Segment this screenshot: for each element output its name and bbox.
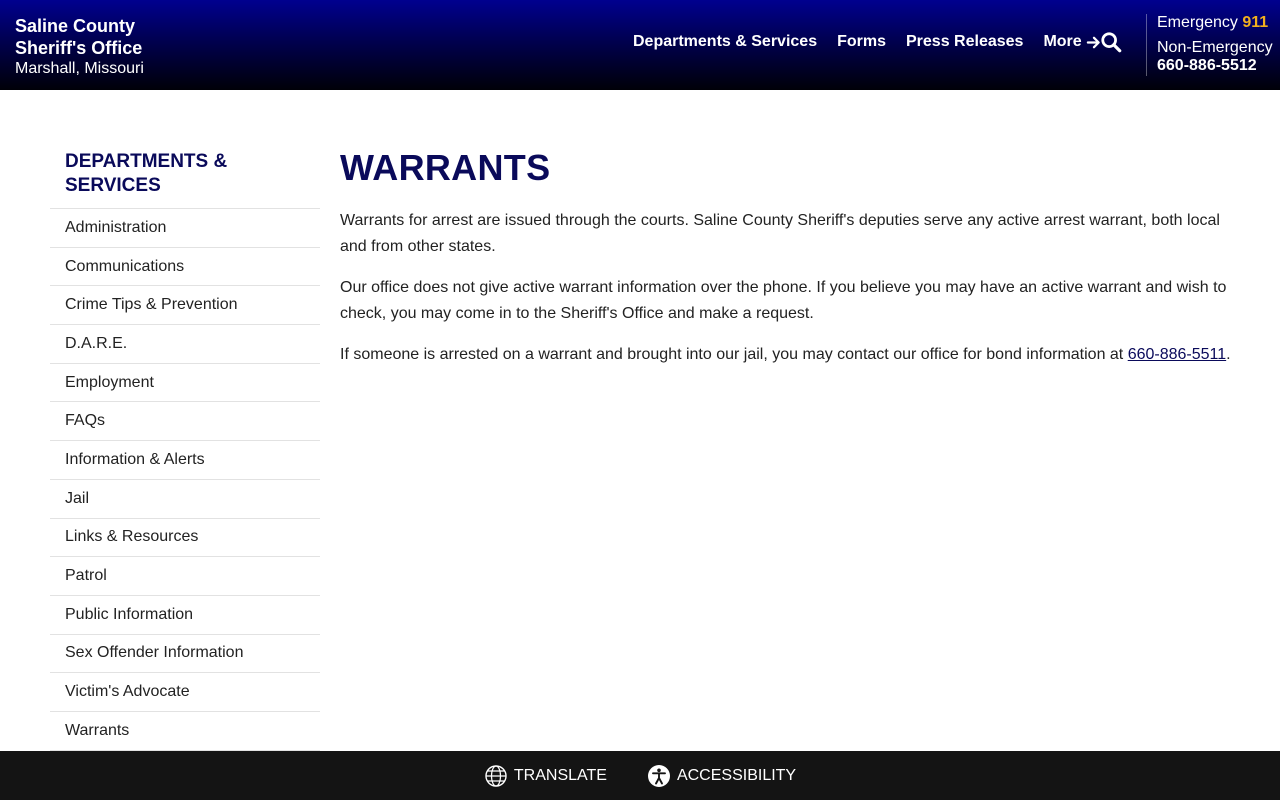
globe-icon: [485, 764, 507, 787]
sidebar-item-label[interactable]: Warrants: [65, 722, 129, 740]
sidebar-item-administration[interactable]: Administration: [50, 209, 320, 248]
sidebar-item-label[interactable]: Communications: [65, 258, 184, 276]
sidebar-item-label[interactable]: Public Information: [65, 606, 193, 624]
arrow-right-icon: [1086, 36, 1100, 48]
site-header: Saline County Sheriff's Office Marshall,…: [0, 0, 1280, 90]
sidebar-item-label[interactable]: Information & Alerts: [65, 451, 205, 469]
sidebar-item-patrol[interactable]: Patrol: [50, 557, 320, 596]
brand-location: Marshall, Missouri: [15, 60, 144, 77]
utility-bar: TRANSLATE ACCESSIBILITY: [0, 751, 1280, 800]
sidebar-item-label[interactable]: Jail: [65, 490, 89, 508]
nav-departments-services[interactable]: Departments & Services: [633, 33, 817, 51]
translate-label: TRANSLATE: [513, 766, 607, 784]
brand-name-line1: Saline County: [15, 16, 136, 36]
sidebar-item-label[interactable]: FAQs: [65, 412, 105, 430]
search-button[interactable]: [1100, 31, 1124, 55]
sidebar-item-jail[interactable]: Jail: [50, 480, 320, 519]
sidebar-item-label[interactable]: Employment: [65, 374, 154, 392]
body-paragraph: Our office does not give active warrant …: [340, 279, 1227, 322]
nonemergency-label: Non-Emergency: [1157, 39, 1273, 56]
sentence-end: .: [1226, 346, 1231, 363]
sidebar-item-label[interactable]: D.A.R.E.: [65, 335, 127, 353]
sidebar-item-faqs[interactable]: FAQs: [50, 402, 320, 442]
emergency-label: Emergency: [1157, 14, 1238, 31]
site-brand[interactable]: Saline County Sheriff's Office Marshall,…: [15, 15, 144, 80]
body-paragraph: If someone is arrested on a warrant and …: [340, 342, 1240, 368]
sidebar-item-label[interactable]: Administration: [65, 219, 166, 237]
sidebar-item-public-information[interactable]: Public Information: [50, 596, 320, 635]
sidebar-item-communications[interactable]: Communications: [50, 248, 320, 287]
bond-info-text: If someone is arrested on a warrant and …: [340, 346, 1128, 363]
accessibility-icon: [647, 764, 670, 787]
sidebar-item-links-resources[interactable]: Links & Resources: [50, 519, 320, 558]
nav-forms[interactable]: Forms: [837, 33, 886, 51]
accessibility-button[interactable]: ACCESSIBILITY: [647, 764, 796, 788]
main-nav: Departments & Services Forms Press Relea…: [633, 33, 1101, 51]
brand-name-line2: Sheriff's Office: [15, 38, 143, 58]
accessibility-label: ACCESSIBILITY: [676, 766, 797, 784]
contact-info: Emergency 911 Non-Emergency 660-886-5512: [1146, 14, 1273, 76]
translate-button[interactable]: TRANSLATE: [484, 764, 607, 788]
emergency-line: Emergency 911: [1157, 14, 1273, 32]
main-content: WARRANTS Warrants for arrest are issued …: [340, 148, 1240, 383]
nav-more-button[interactable]: More: [1043, 33, 1100, 51]
nav-more-label: More: [1043, 33, 1082, 50]
sidebar-item-label[interactable]: Patrol: [65, 567, 107, 585]
bond-phone-link[interactable]: 660-886-5511: [1128, 346, 1226, 363]
sidebar-item-label[interactable]: Links & Resources: [65, 528, 198, 546]
body-paragraph: Warrants for arrest are issued through t…: [340, 212, 1220, 255]
sidebar: DEPARTMENTS & SERVICES Administration Co…: [50, 150, 320, 751]
sidebar-item-label[interactable]: Crime Tips & Prevention: [65, 296, 238, 314]
sidebar-item-victims-advocate[interactable]: Victim's Advocate: [50, 673, 320, 712]
nav-press-releases[interactable]: Press Releases: [906, 33, 1023, 51]
sidebar-menu: Administration Communications Crime Tips…: [50, 208, 320, 751]
sidebar-item-label[interactable]: Sex Offender Information: [65, 644, 243, 662]
sidebar-item-information-alerts[interactable]: Information & Alerts: [50, 441, 320, 480]
page-title: WARRANTS: [340, 147, 551, 188]
sidebar-item-crime-tips[interactable]: Crime Tips & Prevention: [50, 286, 320, 326]
nonemergency-number[interactable]: 660-886-5512: [1157, 57, 1273, 75]
sidebar-heading: DEPARTMENTS & SERVICES: [65, 151, 228, 196]
sidebar-item-label[interactable]: Victim's Advocate: [65, 683, 190, 701]
sidebar-item-warrants[interactable]: Warrants: [50, 712, 320, 751]
sidebar-item-employment[interactable]: Employment: [50, 364, 320, 403]
sidebar-item-sex-offender[interactable]: Sex Offender Information: [50, 635, 320, 674]
sidebar-item-dare[interactable]: D.A.R.E.: [50, 325, 320, 364]
emergency-number[interactable]: 911: [1242, 14, 1268, 31]
search-icon: [1101, 32, 1122, 53]
